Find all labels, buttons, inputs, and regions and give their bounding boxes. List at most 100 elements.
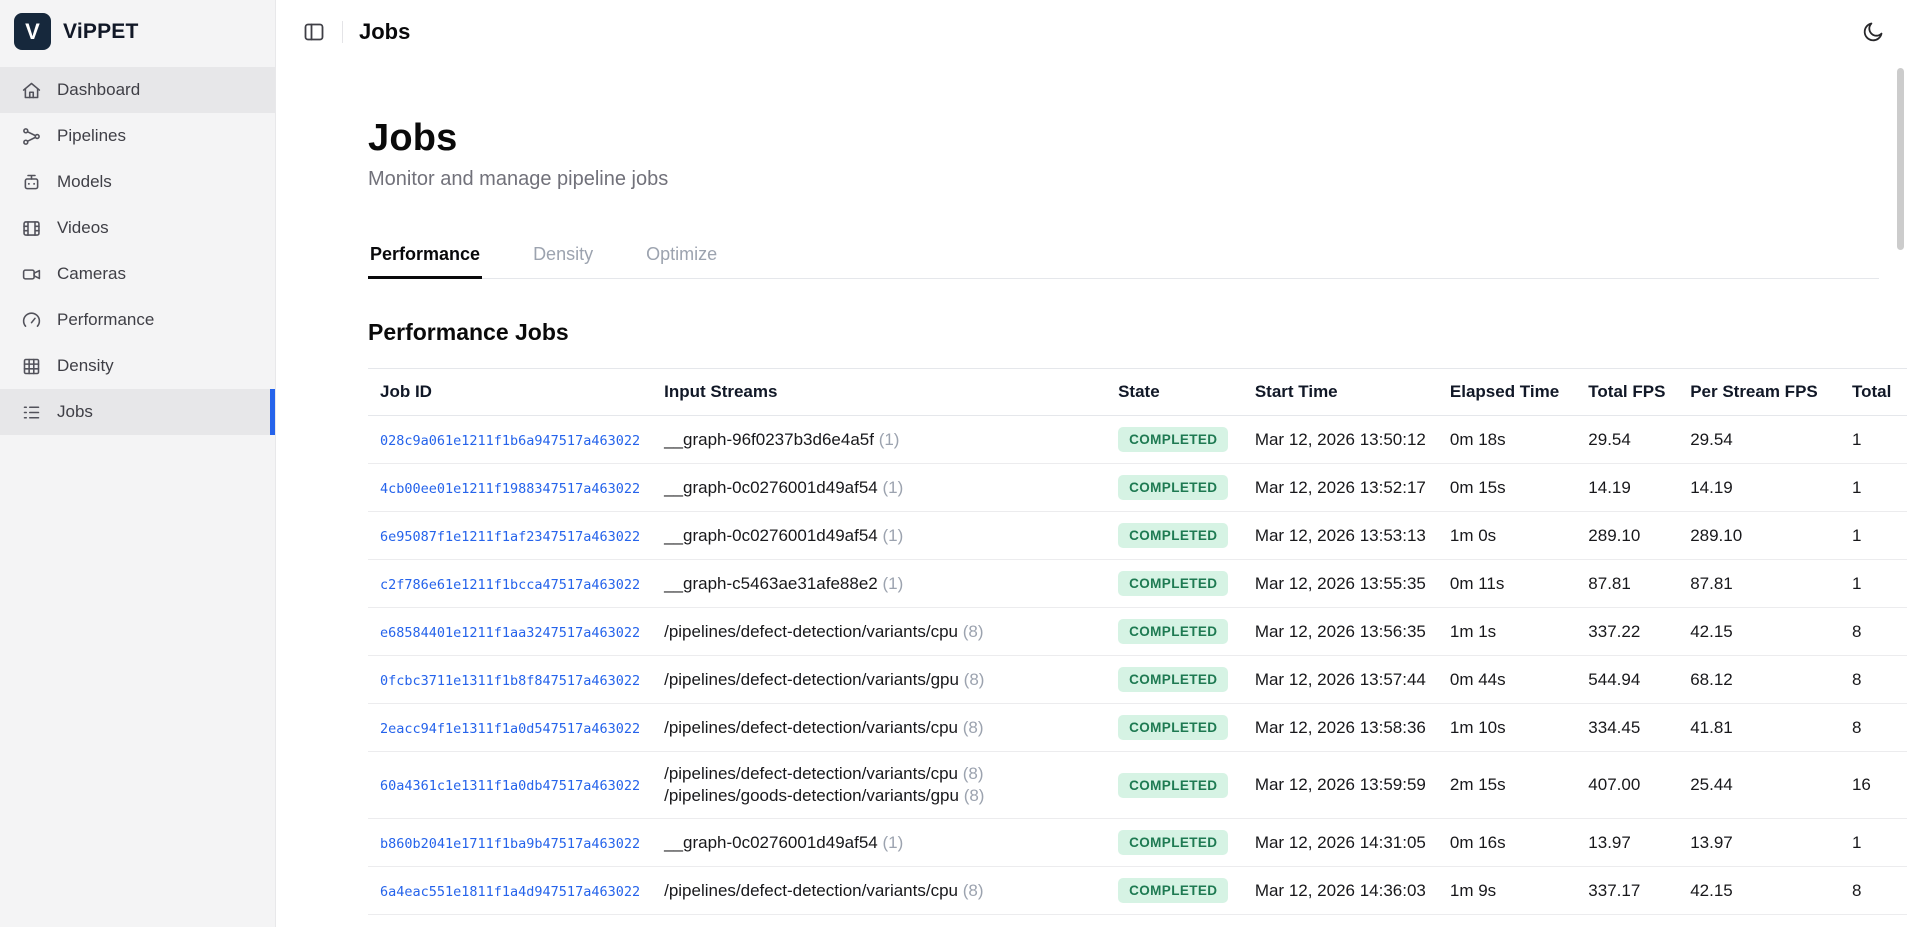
- sidebar-item-label: Density: [57, 356, 114, 376]
- table-row: b860b2041e1711f1ba9b47517a463022 __graph…: [368, 819, 1907, 867]
- videos-icon: [21, 218, 42, 239]
- column-header: State: [1106, 369, 1243, 416]
- dark-mode-icon[interactable]: [1861, 20, 1885, 44]
- cameras-icon: [21, 264, 42, 285]
- elapsed-time: 0m 18s: [1438, 416, 1576, 464]
- total-fps: 289.10: [1576, 512, 1678, 560]
- elapsed-time: 1m 1s: [1438, 608, 1576, 656]
- per-stream-fps: 42.15: [1678, 608, 1840, 656]
- jobs-table: Job IDInput StreamsStateStart TimeElapse…: [368, 368, 1907, 915]
- elapsed-time: 1m 0s: [1438, 512, 1576, 560]
- job-id-link[interactable]: 2eacc94f1e1311f1a0d547517a463022: [380, 721, 640, 737]
- column-header: Elapsed Time: [1438, 369, 1576, 416]
- job-id-link[interactable]: 0fcbc3711e1311f1b8f847517a463022: [380, 673, 640, 689]
- sidebar-item-label: Performance: [57, 310, 154, 330]
- total-fps: 334.45: [1576, 704, 1678, 752]
- start-time: Mar 12, 2026 13:56:35: [1243, 608, 1438, 656]
- sidebar-item-performance[interactable]: Performance: [0, 297, 275, 343]
- page-title: Jobs: [368, 117, 1907, 160]
- page-content: Jobs Monitor and manage pipeline jobs Pe…: [276, 63, 1907, 927]
- sidebar-item-label: Jobs: [57, 402, 93, 422]
- tab-optimize[interactable]: Optimize: [644, 235, 719, 278]
- table-row: 6e95087f1e1211f1af2347517a463022 __graph…: [368, 512, 1907, 560]
- performance-icon: [21, 310, 42, 331]
- sidebar-item-density[interactable]: Density: [0, 343, 275, 389]
- input-streams-cell: __graph-96f0237b3d6e4a5f (1): [652, 416, 1106, 464]
- home-icon: [21, 80, 42, 101]
- job-id-link[interactable]: 6a4eac551e1811f1a4d947517a463022: [380, 884, 640, 900]
- sidebar-item-dashboard[interactable]: Dashboard: [0, 67, 275, 113]
- job-id-link[interactable]: 028c9a061e1211f1b6a947517a463022: [380, 433, 640, 449]
- brand[interactable]: V ViPPET: [0, 0, 275, 63]
- input-stream: __graph-96f0237b3d6e4a5f (1): [664, 429, 1094, 451]
- status-badge: COMPLETED: [1118, 773, 1228, 798]
- total-fps: 337.17: [1576, 867, 1678, 915]
- elapsed-time: 1m 10s: [1438, 704, 1576, 752]
- topbar: Jobs: [276, 0, 1907, 63]
- input-streams-cell: __graph-0c0276001d49af54 (1): [652, 819, 1106, 867]
- tab-performance[interactable]: Performance: [368, 235, 482, 278]
- total-fps: 544.94: [1576, 656, 1678, 704]
- per-stream-fps: 41.81: [1678, 704, 1840, 752]
- table-row: 60a4361c1e1311f1a0db47517a463022 /pipeli…: [368, 752, 1907, 819]
- topbar-title: Jobs: [359, 19, 410, 45]
- sidebar-item-jobs[interactable]: Jobs: [0, 389, 275, 435]
- table-row: 028c9a061e1211f1b6a947517a463022 __graph…: [368, 416, 1907, 464]
- table-row: 2eacc94f1e1311f1a0d547517a463022 /pipeli…: [368, 704, 1907, 752]
- brand-name: ViPPET: [63, 20, 139, 44]
- per-stream-fps: 289.10: [1678, 512, 1840, 560]
- per-stream-fps: 68.12: [1678, 656, 1840, 704]
- brand-logo-letter: V: [25, 19, 40, 45]
- column-header: Start Time: [1243, 369, 1438, 416]
- status-badge: COMPLETED: [1118, 571, 1228, 596]
- tab-density[interactable]: Density: [531, 235, 595, 278]
- table-row: 4cb00ee01e1211f1988347517a463022 __graph…: [368, 464, 1907, 512]
- input-streams-cell: /pipelines/defect-detection/variants/cpu…: [652, 704, 1106, 752]
- sidebar-item-label: Pipelines: [57, 126, 126, 146]
- sidebar-item-label: Videos: [57, 218, 109, 238]
- job-id-link[interactable]: e68584401e1211f1aa3247517a463022: [380, 625, 640, 641]
- sidebar-item-models[interactable]: Models: [0, 159, 275, 205]
- input-stream: /pipelines/goods-detection/variants/gpu …: [664, 785, 1094, 807]
- job-id-link[interactable]: c2f786e61e1211f1bcca47517a463022: [380, 577, 640, 593]
- start-time: Mar 12, 2026 14:31:05: [1243, 819, 1438, 867]
- table-row: e68584401e1211f1aa3247517a463022 /pipeli…: [368, 608, 1907, 656]
- input-streams-cell: /pipelines/defect-detection/variants/cpu…: [652, 608, 1106, 656]
- total-fps: 13.97: [1576, 819, 1678, 867]
- pipelines-icon: [21, 126, 42, 147]
- jobs-table-body: 028c9a061e1211f1b6a947517a463022 __graph…: [368, 416, 1907, 915]
- start-time: Mar 12, 2026 13:52:17: [1243, 464, 1438, 512]
- table-header-row: Job IDInput StreamsStateStart TimeElapse…: [368, 369, 1907, 416]
- input-streams-cell: __graph-c5463ae31afe88e2 (1): [652, 560, 1106, 608]
- status-badge: COMPLETED: [1118, 619, 1228, 644]
- input-stream: /pipelines/defect-detection/variants/gpu…: [664, 669, 1094, 691]
- start-time: Mar 12, 2026 13:58:36: [1243, 704, 1438, 752]
- jobs-icon: [21, 402, 42, 423]
- start-time: Mar 12, 2026 13:55:35: [1243, 560, 1438, 608]
- job-id-link[interactable]: 4cb00ee01e1211f1988347517a463022: [380, 481, 640, 497]
- page-subtitle: Monitor and manage pipeline jobs: [368, 168, 1907, 191]
- job-id-link[interactable]: 6e95087f1e1211f1af2347517a463022: [380, 529, 640, 545]
- status-badge: COMPLETED: [1118, 475, 1228, 500]
- input-stream: __graph-0c0276001d49af54 (1): [664, 525, 1094, 547]
- input-stream: /pipelines/defect-detection/variants/cpu…: [664, 763, 1094, 785]
- input-stream: /pipelines/defect-detection/variants/cpu…: [664, 621, 1094, 643]
- status-badge: COMPLETED: [1118, 523, 1228, 548]
- job-id-link[interactable]: b860b2041e1711f1ba9b47517a463022: [380, 836, 640, 852]
- sidebar-item-cameras[interactable]: Cameras: [0, 251, 275, 297]
- column-header: Per Stream FPS: [1678, 369, 1840, 416]
- job-id-link[interactable]: 60a4361c1e1311f1a0db47517a463022: [380, 778, 640, 794]
- elapsed-time: 0m 16s: [1438, 819, 1576, 867]
- input-stream: __graph-0c0276001d49af54 (1): [664, 832, 1094, 854]
- scrollbar-thumb[interactable]: [1897, 68, 1904, 250]
- total-fps: 87.81: [1576, 560, 1678, 608]
- tabs: Performance Density Optimize: [368, 235, 1879, 279]
- sidebar-toggle-icon[interactable]: [302, 20, 326, 44]
- sidebar-item-videos[interactable]: Videos: [0, 205, 275, 251]
- table-row: c2f786e61e1211f1bcca47517a463022 __graph…: [368, 560, 1907, 608]
- sidebar: V ViPPET Dashboard Pipelines Models Vide…: [0, 0, 276, 927]
- per-stream-fps: 87.81: [1678, 560, 1840, 608]
- sidebar-item-pipelines[interactable]: Pipelines: [0, 113, 275, 159]
- per-stream-fps: 42.15: [1678, 867, 1840, 915]
- input-stream: /pipelines/defect-detection/variants/cpu…: [664, 717, 1094, 739]
